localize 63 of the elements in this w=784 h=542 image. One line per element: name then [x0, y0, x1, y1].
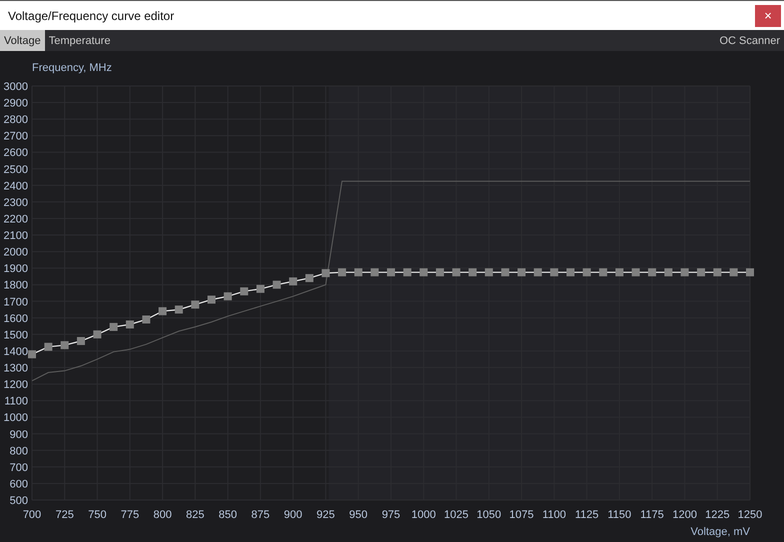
y-tick-label: 2500 [4, 164, 28, 176]
x-tick-label: 925 [316, 509, 335, 521]
x-tick-label: 700 [22, 509, 42, 521]
x-tick-label: 750 [88, 509, 106, 521]
curve-point[interactable] [322, 269, 330, 278]
y-tick-label: 2700 [4, 130, 28, 143]
x-tick-label: 900 [284, 509, 302, 521]
x-tick-label: 800 [153, 509, 172, 521]
x-tick-label: 875 [251, 509, 270, 521]
y-tick-label: 1100 [4, 396, 28, 408]
tab[interactable]: Voltage [0, 30, 45, 51]
tab[interactable]: Temperature [44, 30, 114, 51]
x-tick-label: 1100 [542, 509, 566, 521]
y-tick-label: 800 [10, 445, 28, 458]
y-tick-label: 1700 [4, 296, 28, 308]
y-tick-label: 500 [10, 495, 28, 507]
y-tick-label: 1900 [4, 263, 28, 276]
curve-point[interactable] [60, 341, 69, 350]
close-button[interactable]: × [755, 4, 781, 26]
window-title: Voltage/Frequency curve editor [8, 8, 176, 22]
x-tick-label: 1250 [738, 509, 762, 521]
x-tick-label: 1175 [640, 509, 664, 521]
x-tick-label: 775 [120, 509, 140, 521]
y-tick-label: 1600 [4, 312, 28, 325]
y-tick-label: 1400 [4, 346, 28, 358]
y-tick-label: 2400 [4, 180, 28, 192]
y-tick-label: 1500 [4, 329, 28, 342]
curve-point[interactable] [158, 307, 167, 316]
y-tick-label: 1200 [4, 379, 28, 392]
y-tick-label: 1800 [4, 280, 28, 292]
y-tick-label: 2100 [4, 230, 28, 242]
x-tick-label: 975 [382, 509, 400, 521]
y-tick-label: 700 [10, 462, 28, 474]
y-tick-label: 2600 [4, 147, 28, 160]
y-tick-label: 2900 [4, 98, 28, 110]
x-tick-label: 1150 [608, 509, 632, 521]
curve-point[interactable] [28, 350, 36, 358]
x-tick-label: 725 [55, 509, 74, 521]
x-tick-label: 850 [218, 509, 237, 521]
y-tick-label: 2000 [4, 246, 28, 259]
y-axis-label: Frequency, MHz [32, 62, 112, 74]
x-tick-label: 1050 [476, 509, 502, 521]
y-tick-label: 900 [10, 428, 28, 441]
x-tick-label: 1125 [575, 509, 599, 521]
x-tick-label: 1225 [705, 509, 730, 521]
y-tick-label: 3000 [4, 81, 28, 93]
curve-point[interactable] [191, 300, 200, 309]
x-axis-label: Voltage, mV [690, 526, 750, 538]
y-tick-label: 2300 [4, 196, 28, 209]
curve-point[interactable] [208, 296, 216, 304]
x-tick-label: 1075 [509, 509, 534, 521]
oc-scanner-tab[interactable]: OC Scanner [715, 30, 784, 51]
y-tick-label: 600 [10, 478, 28, 490]
curve-point[interactable] [746, 268, 754, 276]
x-tick-label: 1200 [672, 509, 697, 521]
x-tick-label: 825 [186, 509, 204, 521]
x-tick-label: 1025 [444, 509, 469, 521]
x-tick-label: 1000 [411, 509, 436, 521]
y-tick-label: 2800 [4, 114, 28, 126]
y-tick-label: 1000 [4, 412, 28, 424]
y-tick-label: 2200 [4, 213, 28, 226]
x-tick-label: 950 [349, 509, 368, 521]
y-tick-label: 1300 [4, 362, 28, 375]
